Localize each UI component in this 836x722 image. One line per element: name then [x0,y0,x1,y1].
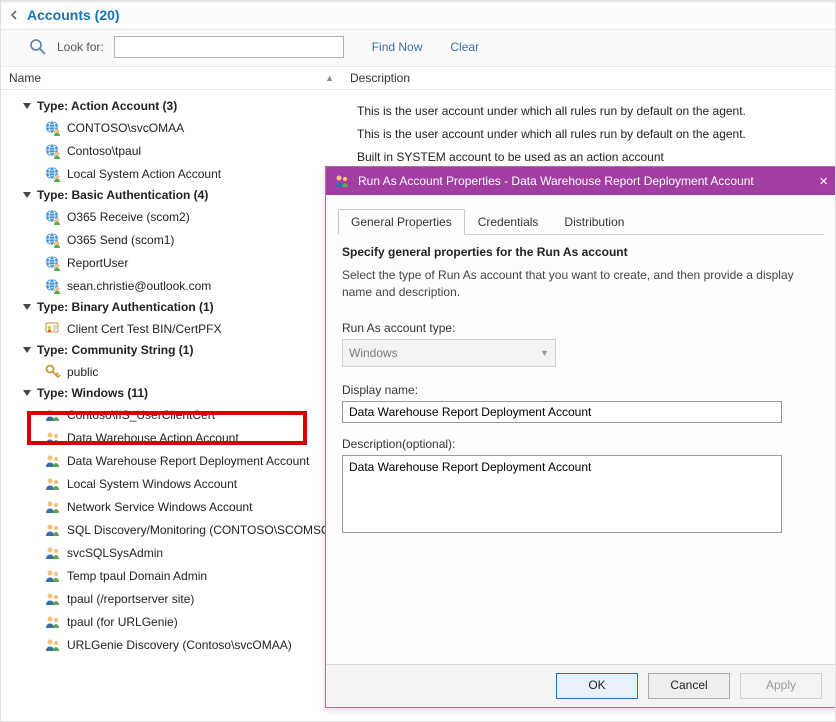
key-icon [45,364,61,380]
tree-item-label: Client Cert Test BIN/CertPFX [67,322,222,336]
page-title: Accounts (20) [27,7,120,23]
dialog-icon [334,173,350,189]
tree-item-label: CONTOSO\svcOMAA [67,121,184,135]
users-icon [45,522,61,538]
globe-user-icon [45,143,61,159]
globe-user-icon [45,166,61,182]
runas-type-select: Windows ▼ [342,339,556,367]
dialog-title: Run As Account Properties - Data Warehou… [358,174,754,188]
tree-item-label: SQL Discovery/Monitoring (CONTOSO\SCOMSQ [67,523,330,537]
dialog-tabs: General Properties Credentials Distribut… [338,209,824,235]
clear-link[interactable]: Clear [450,40,479,54]
tree-item-label: sean.christie@outlook.com [67,279,211,293]
users-icon [45,453,61,469]
search-input[interactable] [114,36,344,58]
display-name-input[interactable] [342,401,782,423]
desc-row: This is the user account under which all… [357,122,746,145]
look-for-label: Look for: [57,40,104,54]
tree-item-label: public [67,365,98,379]
tree-item-label: tpaul (/reportserver site) [67,592,194,606]
dialog-title-bar[interactable]: Run As Account Properties - Data Warehou… [326,167,836,195]
users-icon [45,614,61,630]
tree-item-label: svcSQLSysAdmin [67,546,163,560]
globe-user-icon [45,255,61,271]
search-icon [29,38,47,56]
users-icon [45,591,61,607]
expand-icon [23,192,31,198]
tree-item-label: Temp tpaul Domain Admin [67,569,207,583]
column-headers: Name ▲ Description [1,67,835,90]
globe-user-icon [45,120,61,136]
users-icon [45,545,61,561]
highlight-box [27,411,307,445]
find-now-link[interactable]: Find Now [372,40,423,54]
globe-user-icon [45,232,61,248]
cert-icon [45,321,61,337]
cancel-button[interactable]: Cancel [648,673,730,699]
tree-item-label: O365 Receive (scom2) [67,210,190,224]
tree-item-label: O365 Send (scom1) [67,233,174,247]
search-bar: Look for: Find Now Clear [1,30,835,67]
description-label: Description(optional): [338,435,824,453]
desc-row: Built in SYSTEM account to be used as an… [357,145,746,168]
tab-distribution[interactable]: Distribution [551,209,637,235]
close-icon[interactable]: × [819,173,828,190]
tree-item-label: URLGenie Discovery (Contoso\svcOMAA) [67,638,292,652]
back-icon[interactable] [7,8,21,22]
description-textarea[interactable] [342,455,782,533]
expand-icon [23,390,31,396]
tree-item-label: Local System Action Account [67,167,221,181]
tab-general-properties[interactable]: General Properties [338,209,465,235]
section-description: Select the type of Run As account that y… [338,265,824,319]
globe-user-icon [45,209,61,225]
tree-item-label: Data Warehouse Report Deployment Account [67,454,309,468]
globe-user-icon [45,278,61,294]
ok-button[interactable]: OK [556,673,638,699]
title-bar: Accounts (20) [1,3,835,30]
tab-credentials[interactable]: Credentials [465,209,552,235]
apply-button: Apply [740,673,822,699]
properties-dialog: Run As Account Properties - Data Warehou… [325,166,836,708]
tree-item-label: tpaul (for URLGenie) [67,615,178,629]
users-icon [45,499,61,515]
users-icon [45,568,61,584]
column-header-description[interactable]: Description [342,67,418,89]
dialog-footer: OK Cancel Apply [326,664,836,707]
tree-item-label: Contoso\tpaul [67,144,141,158]
section-heading: Specify general properties for the Run A… [338,235,824,265]
runas-type-label: Run As account type: [338,319,824,337]
expand-icon [23,103,31,109]
tree-item-label: Network Service Windows Account [67,500,252,514]
display-name-label: Display name: [338,381,824,399]
tree-item-label: Local System Windows Account [67,477,237,491]
tree-item-label: ReportUser [67,256,128,270]
users-icon [45,637,61,653]
desc-row: This is the user account under which all… [357,99,746,122]
expand-icon [23,347,31,353]
description-column: This is the user account under which all… [357,99,746,168]
chevron-down-icon: ▼ [540,348,549,358]
users-icon [45,476,61,492]
expand-icon [23,304,31,310]
column-header-name[interactable]: Name ▲ [1,67,342,89]
sort-asc-icon: ▲ [325,73,334,83]
